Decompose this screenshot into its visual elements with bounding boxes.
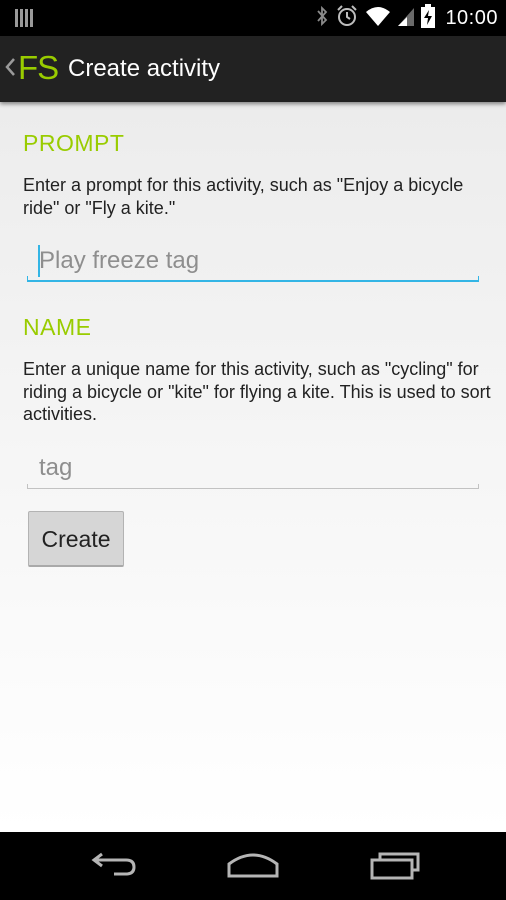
home-icon[interactable] [223,846,283,886]
status-bar: 10:00 [0,0,506,36]
create-button[interactable]: Create [28,511,124,567]
notification-icon [14,8,34,33]
signal-icon [397,5,415,32]
prompt-input[interactable]: Play freeze tag [27,242,479,282]
wifi-icon [365,5,391,32]
battery-charging-icon [421,3,436,33]
action-bar: FS Create activity [0,36,506,102]
recent-apps-icon[interactable] [366,846,426,886]
name-input[interactable]: tag [27,449,479,489]
alarm-icon [335,4,359,33]
bluetooth-icon [315,5,329,32]
clock: 10:00 [445,6,498,29]
prompt-header: PROMPT [23,130,125,156]
page-title: Create activity [68,55,221,82]
up-caret-icon[interactable] [4,53,16,81]
back-icon[interactable] [82,846,142,886]
name-input-placeholder: tag [39,454,73,481]
prompt-hint: Enter a prompt for this activity, such a… [23,175,464,218]
content-area: PROMPT Enter a prompt for this activity,… [0,102,506,832]
name-header: NAME [23,314,92,340]
prompt-input-placeholder: Play freeze tag [39,247,200,274]
name-hint: Enter a unique name for this activity, s… [23,359,491,424]
app-logo[interactable]: FS [18,48,59,88]
navigation-bar [0,832,506,900]
